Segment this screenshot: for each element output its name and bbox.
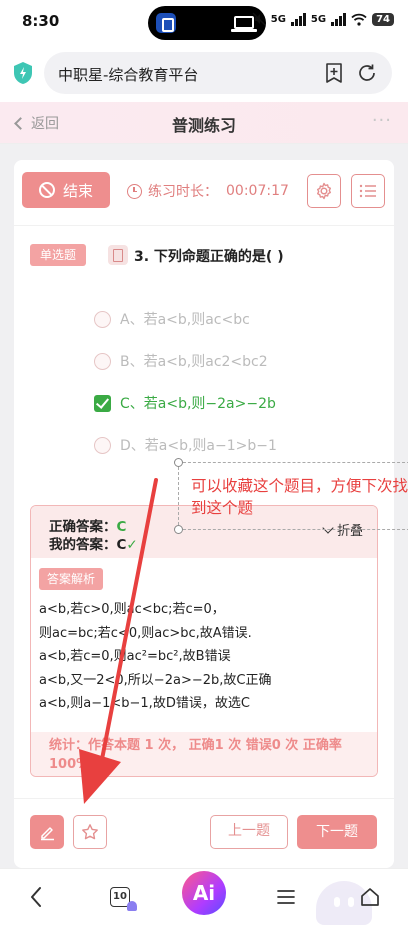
question-type-badge: 单选题 (30, 244, 87, 266)
question-list-button[interactable] (351, 174, 385, 208)
tabs-icon: 10 (110, 887, 137, 911)
radio-a[interactable] (94, 310, 111, 328)
star-icon (82, 824, 98, 840)
pencil-icon (40, 826, 54, 840)
analysis-line: a<b,若c>0,则ac<bc;若c=0， (39, 602, 225, 617)
previous-question-button[interactable]: 上一题 (210, 815, 288, 849)
dynamic-island (148, 6, 266, 40)
option-b-label: B、若a<b,则ac2<bc2 (120, 354, 268, 370)
shield-icon (14, 62, 32, 84)
home-button[interactable] (350, 877, 390, 917)
more-menu-icon[interactable]: ··· (372, 110, 392, 131)
answer-stats: 统计：作答本题 1 次， 正确1 次 错误0 次 正确率100% (31, 732, 377, 776)
question-text: 3. 下列命题正确的是( ) (134, 249, 284, 265)
status-time: 8:30 (22, 12, 60, 30)
option-d[interactable]: D、若a<b,则a−1>b−1 (94, 435, 277, 455)
option-c-label: C、若a<b,则−2a>−2b (120, 396, 276, 412)
mute-icon (252, 12, 266, 26)
option-b[interactable]: B、若a<b,则ac2<bc2 (94, 351, 268, 371)
radio-d[interactable] (94, 436, 111, 454)
status-icons: 5G 5G 74 (252, 12, 394, 26)
timer-label: 练习时长： (148, 184, 218, 200)
analysis-line: a<b,若c=0,则ac²=bc²,故B错误 (39, 649, 231, 664)
analysis-badge: 答案解析 (39, 568, 104, 590)
gear-icon (317, 182, 331, 200)
settings-button[interactable] (307, 174, 341, 208)
app-activity-icon (156, 13, 176, 33)
my-answer-row: 我的答案：C✓ (49, 533, 138, 553)
status-bar: 8:30 5G 5G 74 (0, 0, 408, 44)
checkmark-icon[interactable] (94, 394, 111, 412)
network-label-2: 5G (310, 13, 327, 25)
browser-bar: 中职星-综合教育平台 (0, 44, 408, 102)
address-bar[interactable]: 中职星-综合教育平台 (44, 52, 392, 94)
end-practice-button[interactable]: 结束 (22, 172, 110, 208)
nav-back-button[interactable] (16, 877, 56, 917)
ghost-badge-icon (127, 901, 137, 911)
option-a-label: A、若a<b,则ac<bc (120, 312, 250, 328)
correct-check-icon: ✓ (126, 537, 138, 553)
ai-assistant-button[interactable]: Ai (182, 871, 226, 915)
answer-analysis-card: 正确答案：C 我的答案：C✓ 折叠 答案解析 a<b,若c>0,则ac<bc;若… (30, 505, 378, 777)
next-question-button[interactable]: 下一题 (297, 815, 377, 849)
network-label-1: 5G (270, 13, 286, 25)
radio-b[interactable] (94, 352, 111, 370)
question-actions: 上一题 下一题 (14, 798, 394, 868)
add-bookmark-icon[interactable] (324, 62, 344, 84)
list-icon (359, 184, 376, 198)
battery-icon: 74 (372, 12, 394, 26)
page-title: 普测练习 (171, 116, 236, 135)
analysis-line: a<b,则a−1<b−1,故D错误，故选C (39, 696, 250, 711)
resize-handle[interactable] (174, 525, 183, 534)
favorite-button[interactable] (73, 815, 107, 849)
menu-icon (277, 890, 295, 904)
timer-value: 00:07:17 (226, 183, 289, 199)
resize-handle[interactable] (174, 458, 183, 467)
ban-icon (38, 182, 55, 198)
practice-timer: 练习时长： 00:07:17 (127, 181, 289, 201)
analysis-line: 则ac=bc;若c<0,则ac>bc,故A错误. (39, 625, 252, 641)
home-icon (361, 888, 379, 906)
refresh-icon[interactable] (356, 62, 378, 84)
option-d-label: D、若a<b,则a−1>b−1 (120, 438, 277, 454)
wifi-icon (351, 13, 367, 26)
analysis-line: a<b,又一2<0,所以−2a>−2b,故C正确 (39, 672, 272, 688)
copy-icon[interactable] (108, 245, 128, 265)
tabs-button[interactable]: 10 (100, 877, 140, 917)
page-header: 返回 普测练习 ··· (0, 102, 408, 144)
signal-icon (290, 12, 306, 26)
signal-icon-2 (331, 12, 347, 26)
chevron-left-icon (31, 887, 41, 907)
browser-bottom-nav: 10 Ai (0, 868, 408, 929)
my-answer-label: 我的答案： (49, 537, 117, 553)
option-a[interactable]: A、若a<b,则ac<bc (94, 309, 250, 329)
analysis-text: a<b,若c>0,则ac<bc;若c=0， 则ac=bc;若c<0,则ac>bc… (39, 598, 373, 716)
annotation-text: 可以收藏这个题目，方便下次找到这个题 (191, 477, 408, 517)
option-c[interactable]: C、若a<b,则−2a>−2b (94, 393, 276, 413)
page-title-url: 中职星-综合教育平台 (58, 66, 199, 84)
practice-toolbar: 结束 练习时长： 00:07:17 (14, 160, 394, 226)
menu-button[interactable] (266, 877, 306, 917)
my-answer-value: C (116, 537, 127, 553)
correct-answer-row: 正确答案：C (49, 515, 126, 535)
tab-count: 10 (113, 891, 127, 902)
annotation-textbox: 可以收藏这个题目，方便下次找到这个题 (174, 458, 408, 534)
notes-button[interactable] (30, 815, 64, 849)
end-label: 结束 (62, 181, 93, 200)
clock-icon (127, 183, 142, 199)
